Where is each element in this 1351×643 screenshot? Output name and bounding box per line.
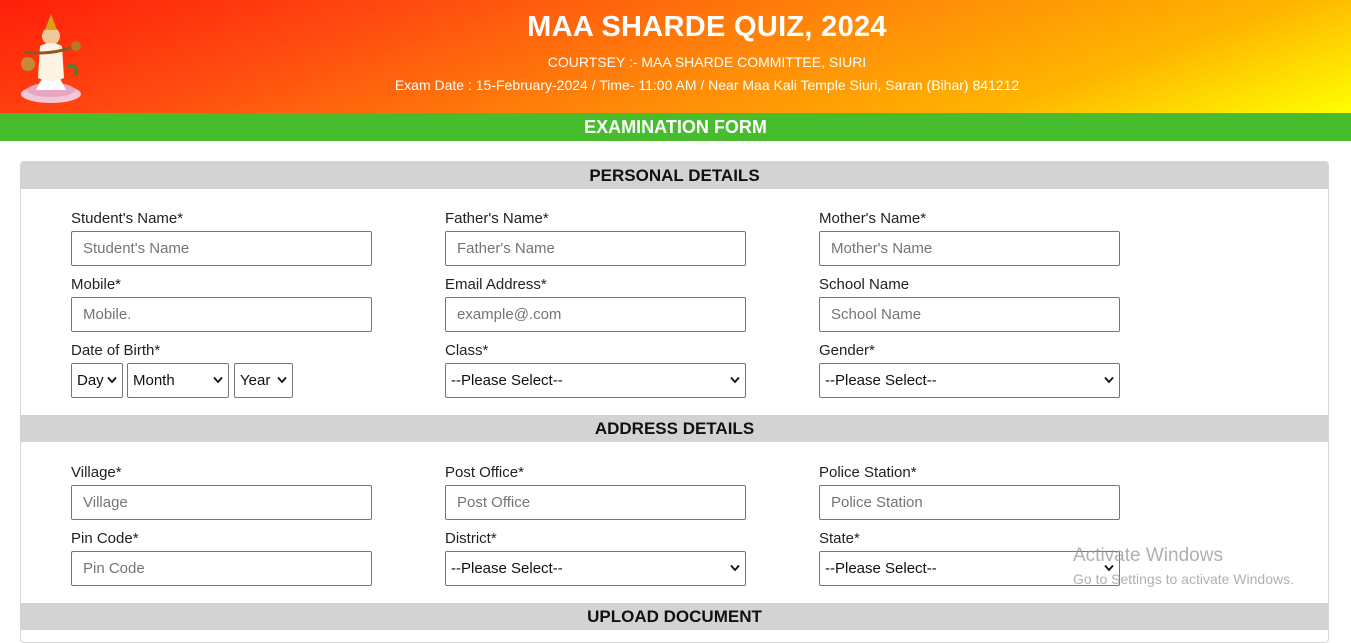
pin-code-label: Pin Code*	[71, 530, 139, 547]
page-title: MAA SHARDE QUIZ, 2024	[527, 11, 887, 43]
village-label: Village*	[71, 464, 122, 481]
dob-year-select[interactable]: Year	[234, 363, 293, 398]
district-select-value: --Please Select--	[451, 560, 563, 577]
chevron-down-icon	[730, 376, 740, 384]
police-station-label: Police Station*	[819, 464, 917, 481]
dob-label: Date of Birth*	[71, 342, 161, 359]
dob-month-value: Month	[133, 372, 175, 389]
exam-info-text: Exam Date : 15-February-2024 / Time- 11:…	[394, 77, 1020, 93]
school-name-input[interactable]	[819, 297, 1120, 332]
police-station-input[interactable]	[819, 485, 1120, 520]
class-select-value: --Please Select--	[451, 372, 563, 389]
dob-day-value: Day	[77, 372, 104, 389]
gender-select[interactable]: --Please Select--	[819, 363, 1120, 398]
dob-month-select[interactable]: Month	[127, 363, 229, 398]
mobile-input[interactable]	[71, 297, 372, 332]
student-name-input[interactable]	[71, 231, 372, 266]
section-heading-address: ADDRESS DETAILS	[21, 415, 1328, 442]
email-input[interactable]	[445, 297, 746, 332]
village-input[interactable]	[71, 485, 372, 520]
chevron-down-icon	[1104, 376, 1114, 384]
father-name-input[interactable]	[445, 231, 746, 266]
post-office-input[interactable]	[445, 485, 746, 520]
pin-code-input[interactable]	[71, 551, 372, 586]
gender-label: Gender*	[819, 342, 875, 359]
district-select[interactable]: --Please Select--	[445, 551, 746, 586]
activate-windows-watermark: Activate Windows	[1073, 545, 1223, 566]
post-office-label: Post Office*	[445, 464, 524, 481]
class-label: Class*	[445, 342, 489, 359]
school-name-label: School Name	[819, 276, 910, 293]
mother-name-input[interactable]	[819, 231, 1120, 266]
chevron-down-icon	[213, 376, 223, 384]
activate-windows-hint: Go to Settings to activate Windows.	[1073, 571, 1294, 587]
gender-select-value: --Please Select--	[825, 372, 937, 389]
email-label: Email Address*	[445, 276, 547, 293]
father-name-label: Father's Name*	[445, 210, 549, 227]
chevron-down-icon	[277, 376, 287, 384]
section-heading-upload: UPLOAD DOCUMENT	[21, 603, 1328, 630]
courtesy-text: COURTSEY :- MAA SHARDE COMMITTEE, SIURI	[547, 54, 867, 70]
student-name-label: Student's Name*	[71, 210, 184, 227]
dob-day-select[interactable]: Day	[71, 363, 123, 398]
chevron-down-icon	[730, 564, 740, 572]
form-title-bar: EXAMINATION FORM	[0, 113, 1351, 141]
section-heading-personal: PERSONAL DETAILS	[21, 162, 1328, 189]
state-select-value: --Please Select--	[825, 560, 937, 577]
chevron-down-icon	[107, 376, 117, 384]
mobile-label: Mobile*	[71, 276, 122, 293]
district-label: District*	[445, 530, 497, 547]
mother-name-label: Mother's Name*	[819, 210, 927, 227]
state-label: State*	[819, 530, 860, 547]
header-banner: MAA SHARDE QUIZ, 2024 COURTSEY :- MAA SH…	[0, 0, 1351, 113]
dob-year-value: Year	[240, 372, 271, 389]
class-select[interactable]: --Please Select--	[445, 363, 746, 398]
